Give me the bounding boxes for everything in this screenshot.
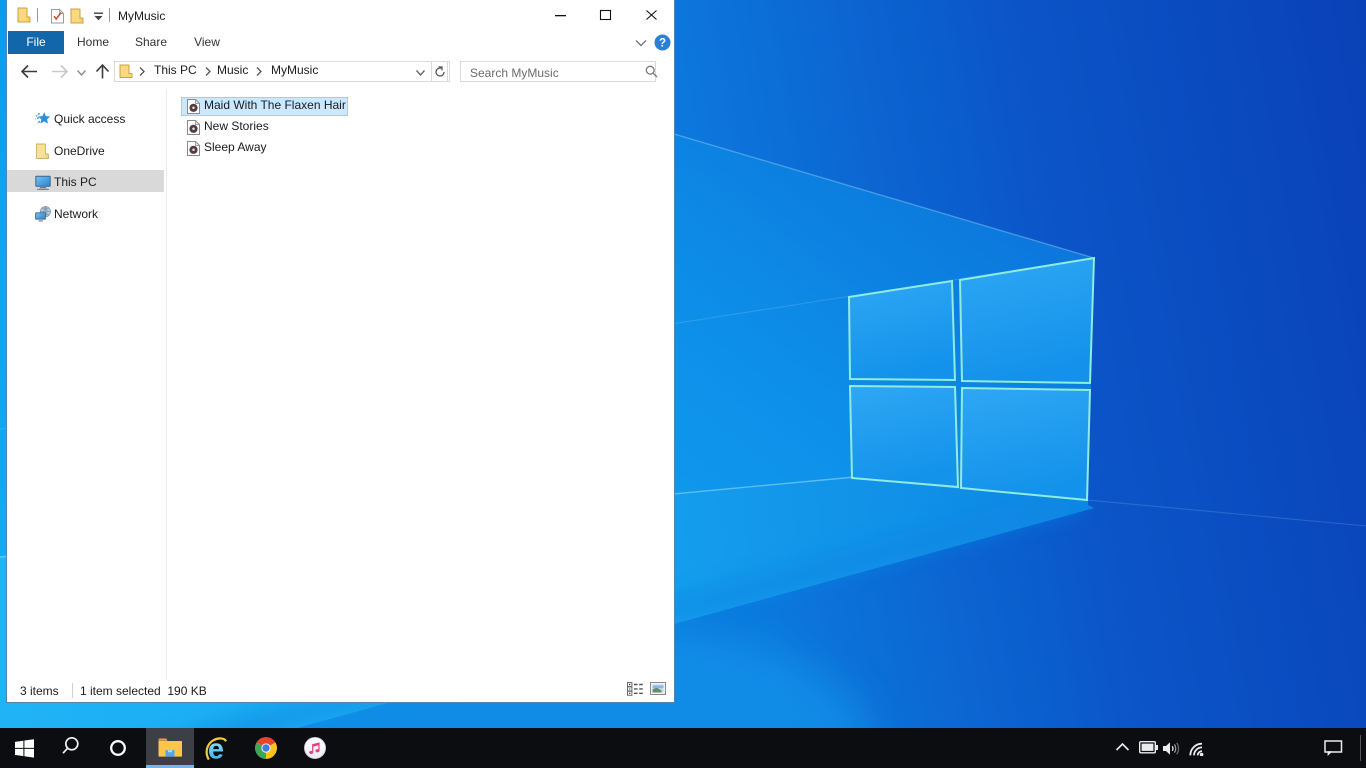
svg-text:?: ?: [659, 38, 666, 50]
